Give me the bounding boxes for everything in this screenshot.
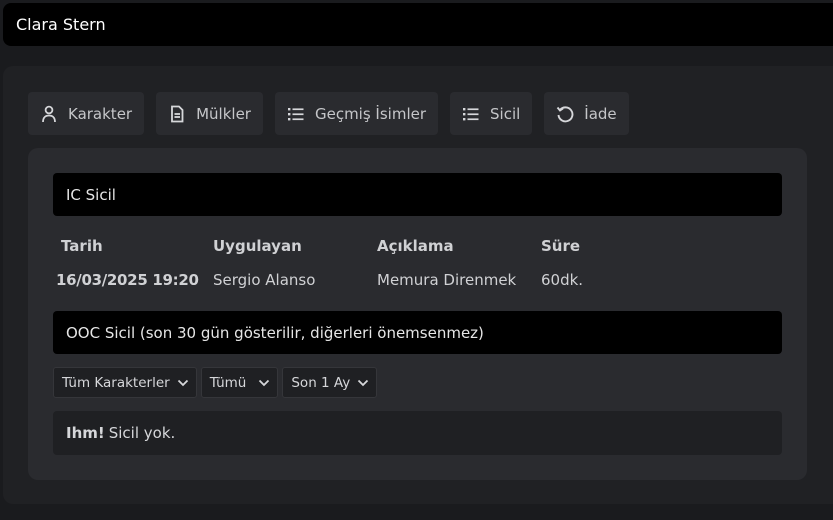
cell-description: Memura Direnmek xyxy=(377,271,517,289)
empty-record-bold: Ihm! xyxy=(66,424,105,442)
person-icon xyxy=(40,105,58,123)
column-header-duration: Süre xyxy=(541,237,581,255)
character-select[interactable]: Tüm Karakterler xyxy=(53,367,197,398)
type-select[interactable]: Tümü xyxy=(200,367,279,398)
chevron-down-icon xyxy=(177,379,189,387)
tab-iade[interactable]: İade xyxy=(544,92,629,135)
ooc-record-header: OOC Sicil (son 30 gün gösterilir, diğerl… xyxy=(53,311,782,354)
chevron-down-icon xyxy=(258,379,270,387)
tab-sicil[interactable]: Sicil xyxy=(450,92,533,135)
ic-record-table-header: Tarih Uygulayan Açıklama Süre xyxy=(53,237,782,255)
character-select-value: Tüm Karakterler xyxy=(62,374,170,391)
column-header-date: Tarih xyxy=(61,237,103,255)
ic-record-header: IC Sicil xyxy=(53,173,782,216)
empty-record-text: Sicil yok. xyxy=(108,424,176,442)
tab-label: Sicil xyxy=(490,104,521,123)
period-select-value: Son 1 Ay xyxy=(291,374,351,391)
column-header-description: Açıklama xyxy=(377,237,454,255)
window-title: Clara Stern xyxy=(16,15,106,34)
tab-label: Geçmiş İsimler xyxy=(314,104,427,123)
ooc-record-title: OOC Sicil (son 30 gün gösterilir, diğerl… xyxy=(66,323,484,342)
undo-icon xyxy=(556,105,574,123)
chevron-down-icon xyxy=(357,379,369,387)
cell-officer: Sergio Alanso xyxy=(213,271,316,289)
tab-karakter[interactable]: Karakter xyxy=(28,92,145,135)
document-icon xyxy=(168,105,186,123)
cell-duration: 60dk. xyxy=(541,271,584,289)
ooc-filters: Tüm Karakterler Tümü Son 1 Ay xyxy=(53,367,378,398)
tab-label: İade xyxy=(584,104,617,123)
tab-bar: Karakter Mülkler Geçmiş İsimler Sicil İa… xyxy=(28,92,629,135)
ic-record-title: IC Sicil xyxy=(66,185,116,204)
cell-date: 16/03/2025 19:20 xyxy=(56,271,199,289)
type-select-value: Tümü xyxy=(209,374,247,391)
list-icon xyxy=(462,105,480,123)
empty-record-message: Ihm! Sicil yok. xyxy=(53,411,782,455)
table-row: 16/03/2025 19:20 Sergio Alanso Memura Di… xyxy=(53,271,782,289)
tab-label: Karakter xyxy=(68,104,133,123)
tab-mulkler[interactable]: Mülkler xyxy=(156,92,263,135)
period-select[interactable]: Son 1 Ay xyxy=(282,367,378,398)
tab-label: Mülkler xyxy=(196,104,251,123)
column-header-officer: Uygulayan xyxy=(213,237,302,255)
title-bar: Clara Stern xyxy=(3,3,833,46)
tab-gecmis-isimler[interactable]: Geçmiş İsimler xyxy=(274,92,439,135)
list-icon xyxy=(287,105,305,123)
